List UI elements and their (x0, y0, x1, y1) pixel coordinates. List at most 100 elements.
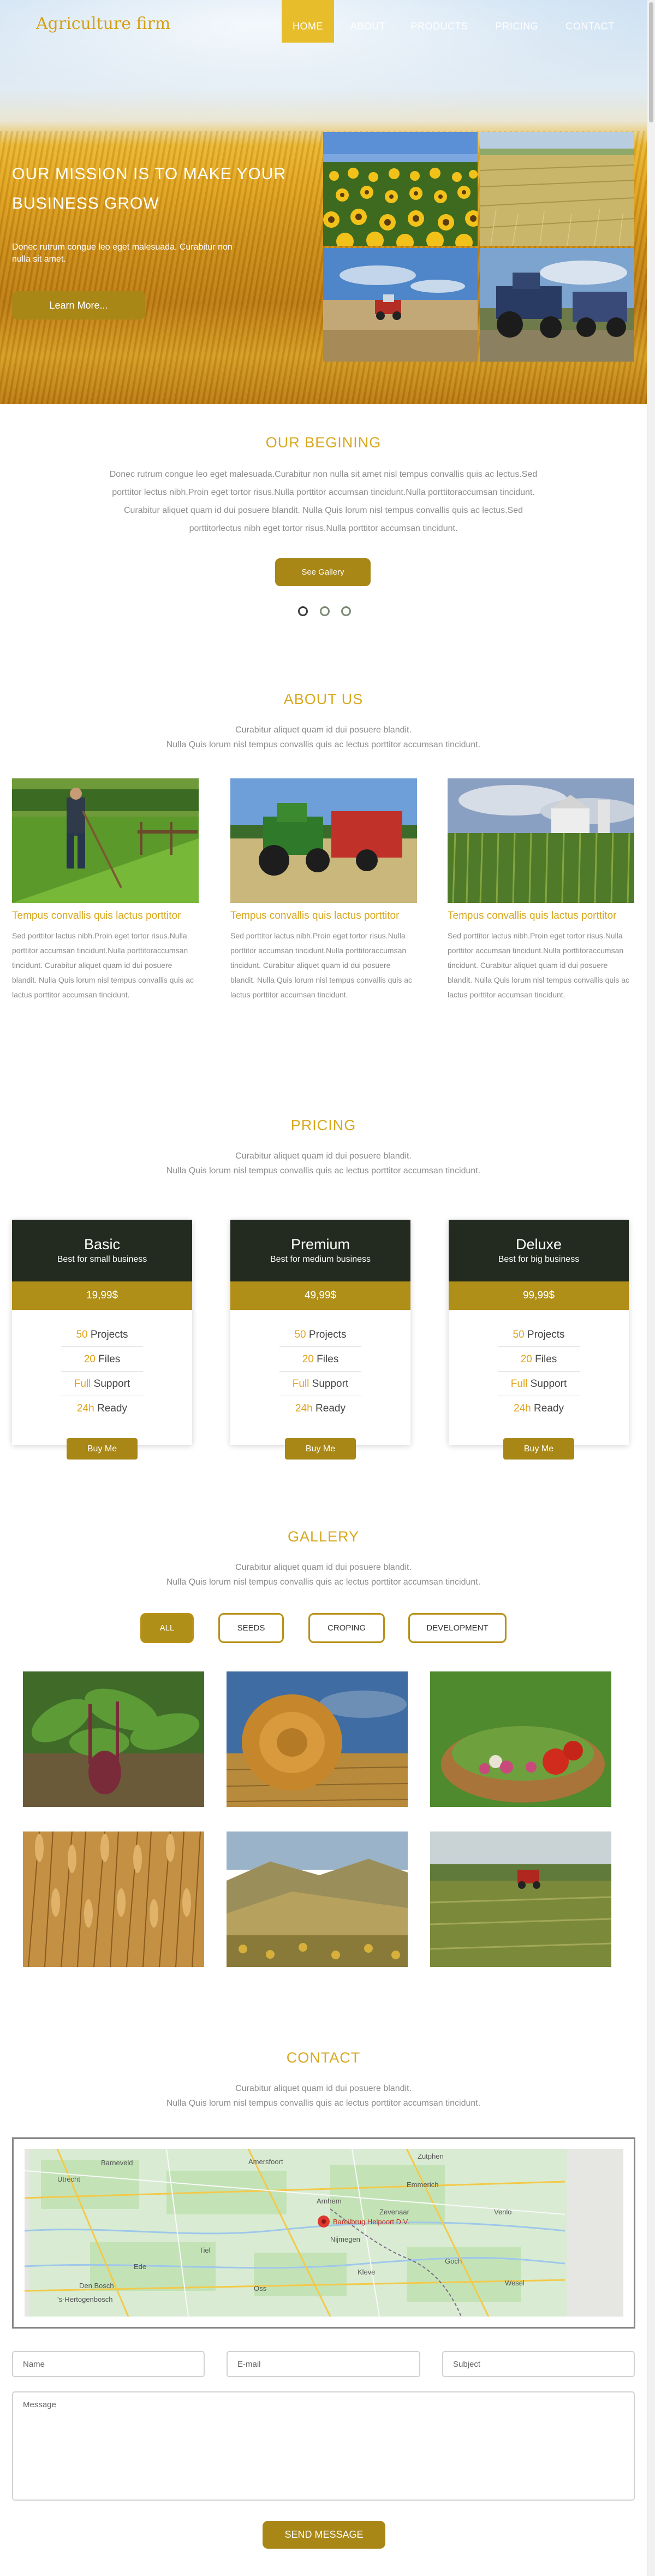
contact-title: CONTACT (286, 2049, 361, 2066)
plan-feature-files: 20 Files (520, 1354, 557, 1365)
buy-basic-button[interactable]: Buy Me (67, 1438, 138, 1460)
plan-feature-support: Full Support (74, 1378, 130, 1390)
map-place-label: Oss (254, 2284, 267, 2293)
learn-more-button[interactable]: Learn More... (12, 291, 145, 320)
page: Agriculture firm HOME ABOUT PRODUCTS PRI… (0, 0, 655, 2576)
about-card-3-heading: Tempus convallis quis lactus porttitor (448, 910, 617, 921)
filter-development-button[interactable]: DEVELOPMENT (408, 1613, 507, 1643)
map-place-label: Zutphen (418, 2152, 444, 2160)
gallery-image-tractor-field[interactable] (430, 1831, 611, 1967)
filter-croping-button[interactable]: CROPING (308, 1613, 385, 1643)
about-subtitle-1: Curabitur aliquet quam id dui posuere bl… (235, 725, 412, 735)
wheat-landscape-image (480, 132, 634, 246)
map-place-label: Utrecht (57, 2175, 80, 2183)
divider (279, 1346, 361, 1347)
map-place-label: Barneveld (101, 2159, 133, 2167)
map-place-label: 's-Hertogenbosch (57, 2295, 112, 2303)
pricing-subtitle-1: Curabitur aliquet quam id dui posuere bl… (235, 1151, 412, 1161)
about-title: ABOUT US (283, 691, 364, 707)
divider (61, 1371, 143, 1372)
nav-about[interactable]: ABOUT (341, 0, 395, 43)
gallery-subtitle-2: Nulla Quis lorum nisl tempus convallis q… (166, 1577, 481, 1587)
gallery-image-hay-bale[interactable] (227, 1671, 408, 1807)
gallery-subtitle-1: Curabitur aliquet quam id dui posuere bl… (235, 1563, 412, 1572)
map-place-label: Goch (445, 2257, 462, 2265)
plan-feature-support: Full Support (510, 1378, 567, 1390)
buy-premium-button[interactable]: Buy Me (285, 1438, 356, 1460)
hero-image-grid (323, 132, 634, 362)
map-place-label: Amersfoort (248, 2158, 283, 2166)
about-card-3-body: Sed porttitor lactus nibh.Proin eget tor… (448, 931, 630, 999)
see-gallery-button[interactable]: See Gallery (275, 558, 371, 586)
begining-text: Donec rutrum congue leo eget malesuada.C… (109, 470, 538, 533)
navbar: Agriculture firm HOME ABOUT PRODUCTS PRI… (0, 0, 647, 43)
red-harvester-image (323, 248, 478, 362)
contact-subtitle-1: Curabitur aliquet quam id dui posuere bl… (235, 2084, 412, 2093)
plan-feature-support: Full Support (292, 1378, 349, 1390)
map-place-label: Tiel (199, 2246, 211, 2254)
about-subtitle-2: Nulla Quis lorum nisl tempus convallis q… (166, 740, 481, 749)
map-place-label: Ede (134, 2262, 146, 2271)
map-place-label: Den Bosch (79, 2282, 114, 2290)
slider-dot-1[interactable] (298, 606, 308, 616)
pricing-card-basic: Basic Best for small business 19,99$ 50 … (12, 1220, 192, 1445)
send-message-button[interactable]: SEND MESSAGE (263, 2521, 385, 2549)
scrollbar-thumb[interactable] (649, 2, 653, 122)
plan-price: 19,99$ (12, 1281, 192, 1310)
slider-dot-3[interactable] (341, 606, 351, 616)
plan-name: Premium (290, 1236, 350, 1252)
plan-description: Best for small business (57, 1255, 147, 1264)
brand-logo[interactable]: Agriculture firm (36, 14, 170, 33)
divider (498, 1346, 580, 1347)
nav-home[interactable]: HOME (282, 0, 334, 43)
slider-dot-2[interactable] (320, 606, 330, 616)
hero-title: OUR MISSION IS TO MAKE YOUR BUSINESS GRO… (12, 165, 287, 212)
blue-tractor-image (480, 248, 634, 362)
gallery-image-beet-plant[interactable] (23, 1671, 204, 1807)
plan-price: 49,99$ (230, 1281, 410, 1310)
contact-subtitle-2: Nulla Quis lorum nisl tempus convallis q… (166, 2099, 481, 2108)
about-card-1-heading: Tempus convallis quis lactus porttitor (12, 910, 181, 921)
gallery-image-vegetable-basket[interactable] (430, 1671, 611, 1807)
pricing-card-header: Premium Best for medium business (230, 1220, 410, 1281)
hero-section: Agriculture firm HOME ABOUT PRODUCTS PRI… (0, 0, 647, 404)
divider (279, 1371, 361, 1372)
plan-price: 99,99$ (449, 1281, 629, 1310)
plan-feature-files: 20 Files (84, 1354, 121, 1365)
about-card-2-body: Sed porttitor lactus nibh.Proin eget tor… (230, 931, 413, 999)
pricing-card-deluxe: Deluxe Best for big business 99,99$ 50 P… (449, 1220, 629, 1445)
subject-field[interactable]: Subject (442, 2351, 635, 2377)
plan-feature-files: 20 Files (302, 1354, 339, 1365)
about-card-1-body: Sed porttitor lactus nibh.Proin eget tor… (12, 931, 194, 999)
about-card-2-heading: Tempus convallis quis lactus porttitor (230, 910, 400, 921)
map[interactable]: Utrecht Amersfoort Barneveld Zutphen Arnhem N… (25, 2149, 623, 2317)
filter-seeds-button[interactable]: SEEDS (218, 1613, 284, 1643)
filter-all-button[interactable]: ALL (140, 1613, 194, 1643)
buy-deluxe-button[interactable]: Buy Me (503, 1438, 574, 1460)
scrollbar[interactable] (647, 0, 655, 2576)
plan-name: Basic (84, 1236, 121, 1252)
map-place-label: Wesel (505, 2279, 525, 2287)
message-field[interactable]: Message (12, 2391, 635, 2501)
map-place-label: Zevenaar (379, 2208, 410, 2216)
nav-contact[interactable]: CONTACT (559, 0, 621, 43)
pricing-card-premium: Premium Best for medium business 49,99$ … (230, 1220, 410, 1445)
plan-description: Best for big business (498, 1255, 580, 1264)
pricing-subtitle-2: Nulla Quis lorum nisl tempus convallis q… (166, 1166, 481, 1175)
map-place-label: Venlo (494, 2208, 512, 2216)
gallery-image-vineyard-hills[interactable] (227, 1831, 408, 1967)
map-place-label: Emmerich (407, 2181, 439, 2189)
begining-title: OUR BEGINING (265, 434, 382, 451)
plan-name: Deluxe (515, 1236, 562, 1252)
pricing-title: PRICING (290, 1117, 356, 1133)
map-canvas[interactable]: Utrecht Amersfoort Barneveld Zutphen Arnhem N… (25, 2149, 623, 2317)
corn-barn-image (448, 778, 634, 903)
gallery-image-wheat-closeup[interactable] (23, 1831, 204, 1967)
map-place-label: Kleve (358, 2268, 376, 2276)
pricing-card-header: Basic Best for small business (12, 1220, 192, 1281)
name-field[interactable]: Name (12, 2351, 205, 2377)
nav-products[interactable]: PRODUCTS (404, 0, 475, 43)
email-field[interactable]: E-mail (227, 2351, 420, 2377)
nav-pricing[interactable]: PRICING (487, 0, 546, 43)
hero-text: Donec rutrum congue leo eget malesuada. … (12, 243, 233, 264)
